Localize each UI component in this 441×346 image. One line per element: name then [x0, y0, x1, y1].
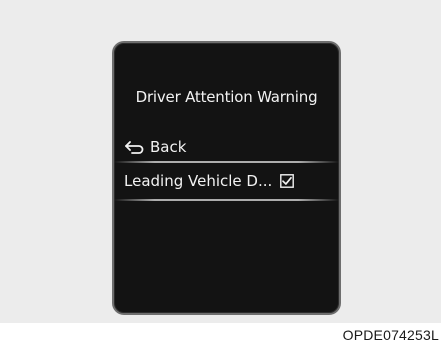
back-menu-item[interactable]: Back — [114, 133, 339, 161]
screen-title: Driver Attention Warning — [135, 88, 318, 106]
leading-vehicle-label: Leading Vehicle D... — [124, 172, 273, 190]
back-arrow-icon — [124, 140, 146, 154]
selection-rule-top — [114, 161, 339, 163]
leading-vehicle-menu-item[interactable]: Leading Vehicle D... — [114, 167, 339, 195]
back-label: Back — [150, 138, 187, 156]
cluster-display: Driver Attention Warning Back Leading Ve… — [112, 41, 341, 315]
figure-code: OPDE074253L — [342, 327, 439, 343]
selection-rule-bottom — [114, 199, 339, 201]
checkbox-checked-icon[interactable] — [280, 174, 295, 188]
